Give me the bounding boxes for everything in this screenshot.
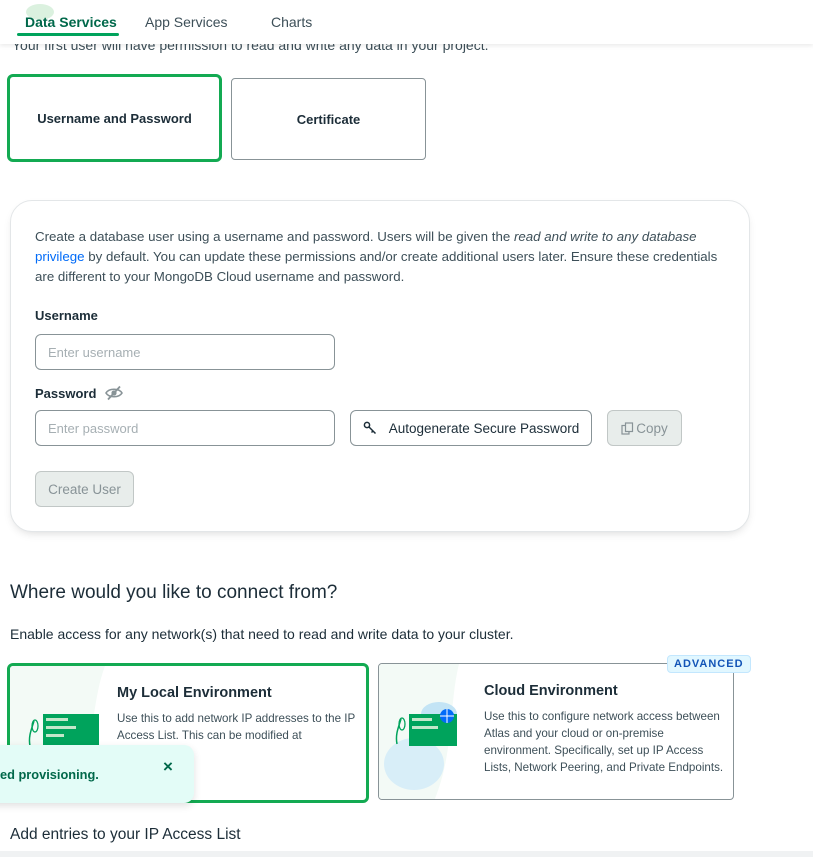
environment-title: My Local Environment — [117, 685, 272, 701]
connect-heading: Where would you like to connect from? — [10, 582, 338, 603]
toast-message: ed provisioning. — [0, 767, 99, 782]
password-label: Password — [35, 386, 97, 401]
auth-method-username-password[interactable]: Username and Password — [7, 74, 222, 162]
tab-app-services[interactable]: App Services — [145, 14, 227, 30]
copy-icon — [621, 421, 634, 435]
connect-subheading: Enable access for any network(s) that ne… — [10, 626, 514, 642]
copy-password-button[interactable]: Copy — [607, 410, 682, 446]
autogenerate-password-button[interactable]: Autogenerate Secure Password — [350, 410, 592, 446]
advanced-badge: ADVANCED — [667, 655, 751, 673]
environment-title: Cloud Environment — [484, 683, 618, 699]
environment-description: Use this to add network IP addresses to … — [117, 712, 356, 742]
tab-data-services[interactable]: Data Services — [25, 14, 117, 30]
top-nav-bar: Data Services App Services Charts — [0, 0, 813, 44]
eye-slash-icon[interactable] — [105, 385, 123, 401]
tab-charts[interactable]: Charts — [271, 14, 312, 30]
description-text: by default. You can update these permiss… — [35, 249, 718, 284]
active-tab-indicator — [17, 33, 119, 36]
create-user-panel: Create a database user using a username … — [10, 200, 750, 532]
autogenerate-password-label: Autogenerate Secure Password — [388, 420, 580, 436]
description-emphasis: read and write to any database — [513, 229, 697, 244]
environment-card-cloud[interactable]: Cloud Environment Use this to configure … — [378, 663, 734, 800]
auth-method-label: Username and Password — [37, 110, 192, 126]
auth-method-certificate[interactable]: Certificate — [231, 78, 426, 160]
close-icon[interactable]: × — [163, 757, 173, 777]
ip-access-heading: Add entries to your IP Access List — [10, 826, 241, 843]
create-user-description: Create a database user using a username … — [35, 227, 735, 287]
create-user-button[interactable]: Create User — [35, 471, 134, 507]
environment-description: Use this to configure network access bet… — [484, 710, 724, 774]
description-text: Create a database user using a username … — [35, 229, 514, 244]
username-input[interactable] — [35, 334, 335, 370]
password-input[interactable] — [35, 410, 335, 446]
copy-label: Copy — [636, 420, 668, 436]
username-label: Username — [35, 308, 98, 323]
provisioning-toast: ed provisioning. × — [0, 745, 194, 803]
privilege-link[interactable]: privilege — [35, 249, 85, 264]
cloud-environment-illustration — [379, 664, 459, 799]
section-divider — [0, 851, 813, 857]
key-icon — [363, 421, 376, 435]
auth-method-label: Certificate — [296, 111, 361, 127]
